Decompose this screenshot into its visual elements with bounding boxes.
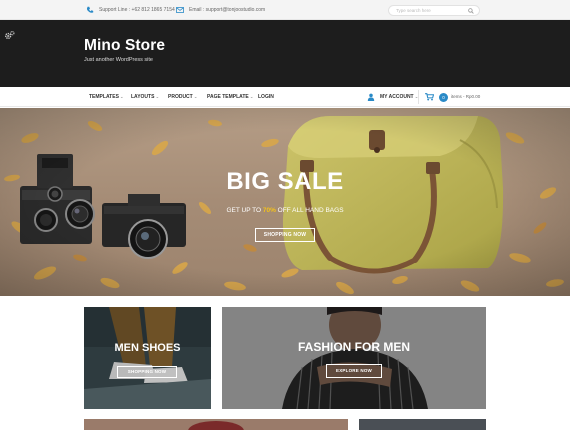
nav-label: TEMPLATES	[89, 94, 119, 100]
main-nav: TEMPLATES⌄ LAYOUTS⌄ PRODUCT⌄ PAGE TEMPLA…	[0, 87, 570, 107]
envelope-icon	[176, 7, 184, 13]
my-account-label: MY ACCOUNT	[380, 94, 414, 100]
hero-discount: 70%	[262, 207, 276, 214]
cart-icon[interactable]	[425, 93, 434, 101]
hero-image	[0, 108, 570, 296]
nav-label: PRODUCT	[168, 94, 193, 100]
support-email[interactable]: Email : support@tonjoostudio.com	[176, 0, 265, 20]
support-email-text: Email : support@tonjoostudio.com	[189, 7, 266, 13]
site-header: Mino Store Just another WordPress site	[0, 20, 570, 87]
hero-banner: BIG SALE GET UP TO 70% OFF ALL HAND BAGS…	[0, 108, 570, 296]
nav-label: PAGE TEMPLATE	[207, 94, 249, 100]
search-input[interactable]: Type search here	[388, 5, 480, 16]
nav-label: LOGIN	[258, 94, 274, 100]
user-icon[interactable]	[367, 93, 375, 101]
card-title: FASHION FOR MEN	[297, 340, 410, 354]
support-line: Support Line : +62 812 1865 7154	[86, 0, 175, 20]
hero-subtitle: GET UP TO 70% OFF ALL HAND BAGS	[0, 207, 570, 214]
hero-subtitle-prefix: GET UP TO	[226, 207, 263, 214]
shopping-now-button[interactable]: SHOPPING NOW	[255, 228, 315, 242]
men-shoes-image	[84, 307, 211, 409]
chevron-down-icon: ⌄	[155, 94, 160, 99]
explore-now-button[interactable]: EXPLORE NOW	[326, 364, 382, 378]
category-image	[359, 419, 486, 430]
fashion-men-image	[222, 307, 486, 409]
gear-icon[interactable]	[4, 30, 15, 41]
my-account-link[interactable]: MY ACCOUNT⌄	[380, 87, 418, 107]
chevron-down-icon: ⌄	[249, 94, 254, 99]
support-line-text: Support Line : +62 812 1865 7154	[99, 7, 175, 13]
shopping-now-button[interactable]: SHOPPING NOW	[117, 366, 177, 378]
category-image	[84, 419, 348, 430]
phone-icon	[86, 6, 94, 13]
site-tagline: Just another WordPress site	[84, 57, 153, 63]
nav-item-page-template[interactable]: PAGE TEMPLATE⌄	[207, 87, 254, 107]
nav-divider	[418, 90, 419, 104]
category-card-fashion-men[interactable]: FASHION FOR MEN EXPLORE NOW	[222, 307, 486, 409]
category-card-partial[interactable]	[84, 419, 348, 430]
nav-label: LAYOUTS	[131, 94, 155, 100]
nav-item-templates[interactable]: TEMPLATES⌄	[89, 87, 124, 107]
nav-item-product[interactable]: PRODUCT⌄	[168, 87, 198, 107]
hero-subtitle-suffix: OFF ALL HAND BAGS	[275, 207, 344, 214]
category-card-men-shoes[interactable]: MEN SHOES SHOPPING NOW	[84, 307, 211, 409]
nav-item-login[interactable]: LOGIN	[258, 87, 274, 107]
category-card-partial[interactable]	[359, 419, 486, 430]
chevron-down-icon: ⌄	[119, 94, 124, 99]
chevron-down-icon: ⌄	[193, 94, 198, 99]
nav-item-layouts[interactable]: LAYOUTS⌄	[131, 87, 159, 107]
cart-count-badge[interactable]: 0	[439, 93, 448, 102]
search-icon[interactable]	[468, 8, 474, 14]
search-placeholder: Type search here	[396, 8, 431, 13]
card-title: MEN SHOES	[114, 342, 181, 354]
page: Support Line : +62 812 1865 7154 Email :…	[0, 0, 570, 430]
cart-summary[interactable]: items - Rp0.00	[451, 87, 480, 107]
hero-title: BIG SALE	[226, 168, 344, 195]
top-bar: Support Line : +62 812 1865 7154 Email :…	[0, 0, 570, 20]
site-title[interactable]: Mino Store	[84, 37, 165, 55]
